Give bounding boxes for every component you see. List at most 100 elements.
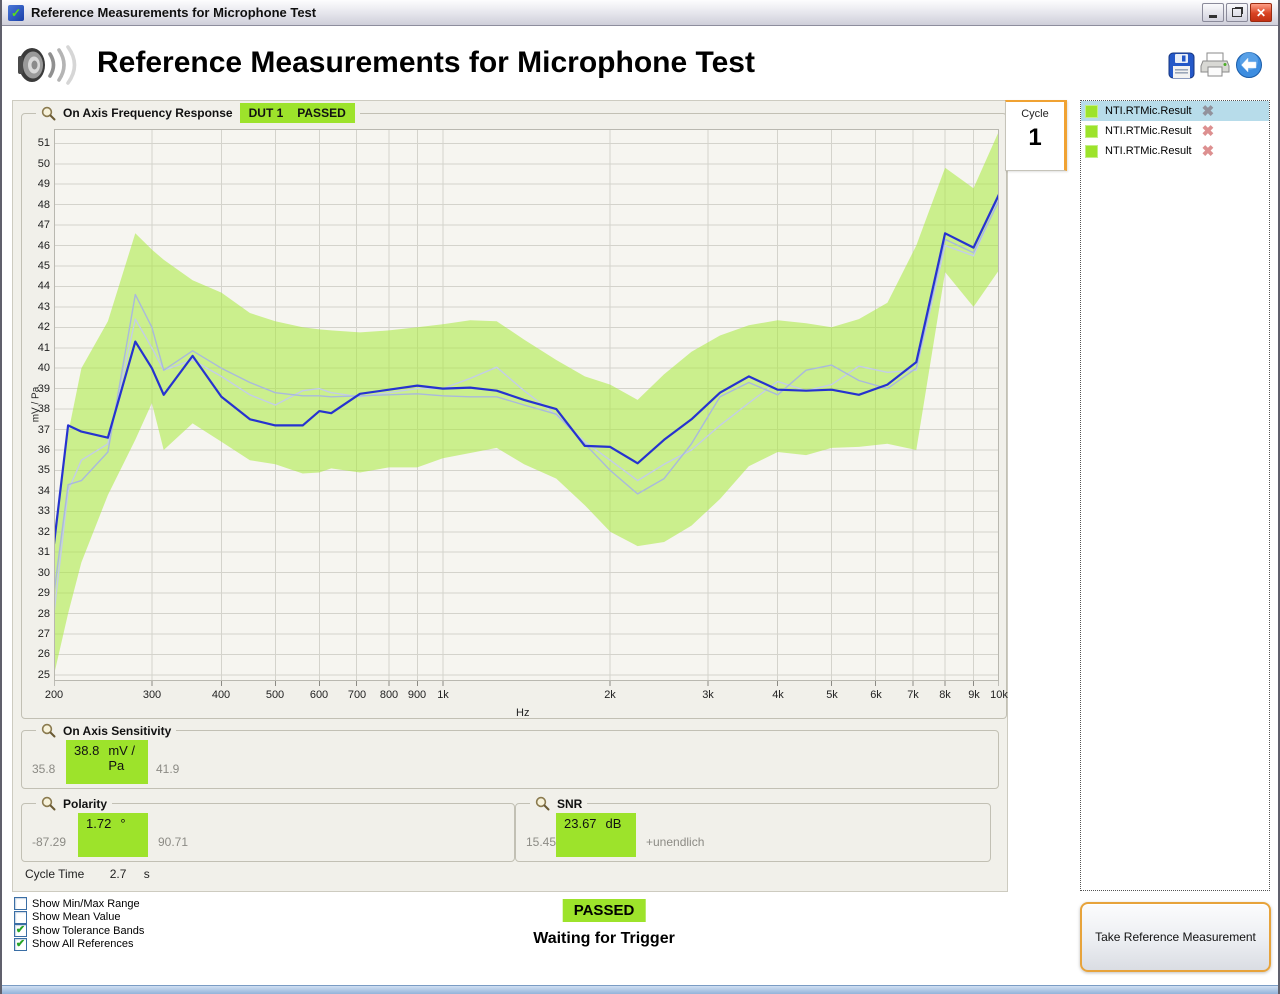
cycle-label: Cycle bbox=[1006, 108, 1064, 120]
x-tick-label: 700 bbox=[348, 689, 366, 701]
y-tick-label: 25 bbox=[22, 669, 50, 681]
checkbox-checked-icon[interactable]: ✔ bbox=[14, 938, 27, 951]
dut-label: DUT 1 bbox=[249, 106, 284, 120]
polarity-title: Polarity bbox=[63, 797, 107, 811]
checkbox-label: Show Tolerance Bands bbox=[32, 925, 144, 937]
x-tick-label: 10k bbox=[990, 689, 1008, 701]
y-tick-label: 48 bbox=[22, 199, 50, 211]
checkbox-unchecked-icon[interactable] bbox=[14, 897, 27, 910]
sensitivity-title: On Axis Sensitivity bbox=[63, 724, 171, 738]
polarity-value-box: 1.72 ° bbox=[78, 813, 148, 857]
reference-result-item[interactable]: NTI.RTMic.Result✖ bbox=[1081, 101, 1269, 121]
y-tick-label: 46 bbox=[22, 240, 50, 252]
frequency-response-chart[interactable]: 2526272829303132333435363738394041424344… bbox=[24, 129, 1002, 714]
print-icon[interactable] bbox=[1200, 50, 1230, 80]
polarity-value: 1.72 bbox=[86, 816, 111, 831]
minimize-icon[interactable] bbox=[1202, 3, 1224, 22]
take-reference-measurement-button[interactable]: Take Reference Measurement bbox=[1080, 902, 1271, 972]
result-swatch-icon bbox=[1085, 125, 1098, 138]
x-tick-label: 5k bbox=[826, 689, 838, 701]
y-tick-label: 45 bbox=[22, 260, 50, 272]
sensitivity-value: 38.8 bbox=[74, 743, 99, 758]
checkbox-unchecked-icon[interactable] bbox=[14, 911, 27, 924]
y-tick-label: 29 bbox=[22, 587, 50, 599]
status-badge: PASSED bbox=[563, 899, 646, 922]
reference-result-item[interactable]: NTI.RTMic.Result✖ bbox=[1081, 121, 1269, 141]
polarity-max: 90.71 bbox=[158, 835, 188, 849]
delete-x-icon[interactable]: ✖ bbox=[1202, 124, 1215, 139]
toolbar bbox=[1166, 50, 1264, 80]
option-checkbox-row[interactable]: ✔Show All References bbox=[14, 938, 144, 952]
save-icon[interactable] bbox=[1166, 50, 1196, 80]
sensitivity-group: On Axis Sensitivity 35.8 38.8 mV / Pa 41… bbox=[21, 723, 999, 789]
y-tick-label: 34 bbox=[22, 485, 50, 497]
measurement-panel: On Axis Frequency Response DUT 1 PASSED … bbox=[12, 100, 1008, 892]
result-label: NTI.RTMic.Result bbox=[1105, 145, 1192, 157]
x-tick-label: 9k bbox=[968, 689, 980, 701]
close-icon[interactable]: ✕ bbox=[1250, 3, 1272, 22]
chart-plot[interactable] bbox=[54, 129, 999, 687]
y-tick-label: 26 bbox=[22, 648, 50, 660]
restore-down-icon[interactable] bbox=[1226, 3, 1248, 22]
option-checkbox-row[interactable]: ✔ Show Tolerance Bands bbox=[14, 924, 144, 938]
frequency-response-group: On Axis Frequency Response DUT 1 PASSED … bbox=[21, 103, 1007, 719]
page-title: Reference Measurements for Microphone Te… bbox=[97, 46, 755, 80]
magnifier-icon bbox=[41, 106, 56, 121]
result-swatch-icon bbox=[1085, 105, 1098, 118]
x-tick-label: 200 bbox=[45, 689, 63, 701]
cycle-time-row: Cycle Time 2.7 s bbox=[25, 867, 150, 881]
x-tick-label: 400 bbox=[212, 689, 230, 701]
delete-x-icon[interactable]: ✖ bbox=[1202, 104, 1215, 119]
option-checkbox-row[interactable]: Show Mean Value bbox=[14, 911, 144, 925]
x-tick-label: 300 bbox=[143, 689, 161, 701]
sensitivity-value-box: 38.8 mV / Pa bbox=[66, 740, 148, 784]
y-tick-label: 33 bbox=[22, 505, 50, 517]
option-checkbox-row[interactable]: Show Min/Max Range bbox=[14, 897, 144, 911]
x-tick-label: 8k bbox=[939, 689, 951, 701]
checkbox-checked-icon[interactable]: ✔ bbox=[14, 924, 27, 937]
dut-status: PASSED bbox=[297, 106, 345, 120]
checkbox-label: Show Mean Value bbox=[32, 911, 120, 923]
y-tick-label: 37 bbox=[22, 424, 50, 436]
sensitivity-min: 35.8 bbox=[32, 762, 55, 776]
x-tick-label: 4k bbox=[772, 689, 784, 701]
snr-value-box: 23.67 dB bbox=[556, 813, 636, 857]
magnifier-icon bbox=[41, 796, 56, 811]
y-tick-label: 28 bbox=[22, 608, 50, 620]
back-icon[interactable] bbox=[1234, 50, 1264, 80]
polarity-unit: ° bbox=[120, 816, 125, 831]
y-tick-label: 42 bbox=[22, 321, 50, 333]
status-message: Waiting for Trigger bbox=[533, 930, 675, 948]
polarity-group: Polarity -87.29 1.72 ° 90.71 bbox=[21, 796, 515, 862]
cycle-value: 1 bbox=[1006, 124, 1064, 152]
y-tick-label: 50 bbox=[22, 158, 50, 170]
x-tick-label: 600 bbox=[310, 689, 328, 701]
magnifier-icon bbox=[41, 723, 56, 738]
result-swatch-icon bbox=[1085, 145, 1098, 158]
cycle-time-unit: s bbox=[144, 867, 150, 881]
sensitivity-unit: mV / Pa bbox=[108, 743, 148, 773]
y-tick-label: 43 bbox=[22, 301, 50, 313]
x-tick-label: 7k bbox=[907, 689, 919, 701]
y-tick-label: 51 bbox=[22, 137, 50, 149]
snr-value: 23.67 bbox=[564, 816, 597, 831]
y-tick-label: 32 bbox=[22, 526, 50, 538]
snr-min: 15.45 bbox=[526, 835, 556, 849]
reference-result-list: NTI.RTMic.Result✖NTI.RTMic.Result✖NTI.RT… bbox=[1080, 100, 1270, 891]
display-options: Show Min/Max RangeShow Mean Value ✔ Show T… bbox=[14, 897, 144, 951]
x-axis-label: Hz bbox=[516, 707, 529, 719]
y-tick-label: 36 bbox=[22, 444, 50, 456]
y-axis-label: mV / Pa bbox=[30, 387, 41, 423]
y-tick-label: 41 bbox=[22, 342, 50, 354]
speaker-icon bbox=[16, 42, 80, 93]
delete-x-icon[interactable]: ✖ bbox=[1202, 144, 1215, 159]
reference-result-item[interactable]: NTI.RTMic.Result ✖ bbox=[1081, 141, 1269, 161]
x-tick-label: 900 bbox=[408, 689, 426, 701]
title-bar: ✓ Reference Measurements for Microphone … bbox=[2, 0, 1278, 26]
polarity-min: -87.29 bbox=[32, 835, 66, 849]
x-tick-label: 2k bbox=[604, 689, 616, 701]
cycle-indicator: Cycle 1 bbox=[1005, 100, 1067, 171]
snr-title: SNR bbox=[557, 797, 582, 811]
sensitivity-max: 41.9 bbox=[156, 762, 179, 776]
x-tick-label: 800 bbox=[380, 689, 398, 701]
